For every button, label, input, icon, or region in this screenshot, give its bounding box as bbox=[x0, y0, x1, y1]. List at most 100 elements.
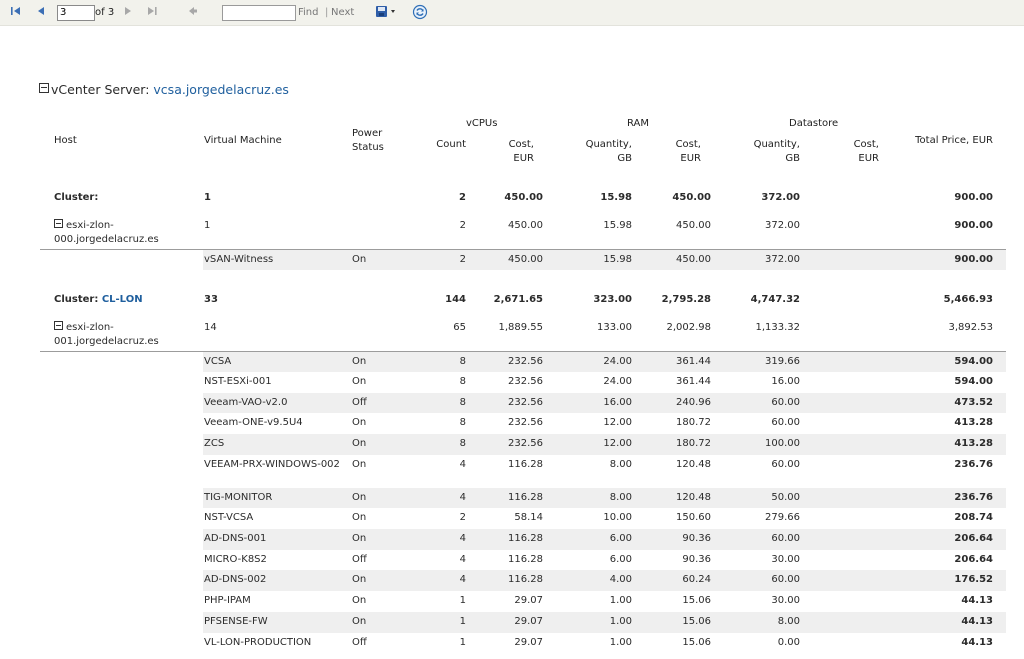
vm-name: Veeam-ONE-v9.5U4 bbox=[204, 417, 303, 428]
vm-ram-qty: 16.00 bbox=[603, 397, 632, 408]
vm-vcpu: 8 bbox=[459, 417, 466, 428]
find-next-link[interactable]: Next bbox=[331, 7, 354, 18]
vm-total: 206.64 bbox=[954, 554, 993, 565]
vm-name: VL-LON-PRODUCTION bbox=[204, 637, 312, 648]
vm-ds-qty: 319.66 bbox=[765, 356, 800, 367]
vcenter-title: vCenter Server: vcsa.jorgedelacruz.es bbox=[39, 82, 289, 97]
vm-vcpu-cost: 29.07 bbox=[514, 616, 543, 627]
collapse-toggle-icon[interactable] bbox=[39, 83, 49, 93]
collapse-toggle-icon[interactable] bbox=[54, 321, 63, 330]
host-vcpu: 65 bbox=[453, 322, 466, 333]
vm-power: On bbox=[352, 254, 367, 265]
vm-vcpu: 8 bbox=[459, 376, 466, 387]
vm-vcpu: 4 bbox=[459, 554, 466, 565]
vm-name: VEEAM-PRX-WINDOWS-002 bbox=[204, 459, 340, 470]
vm-ds-qty: 30.00 bbox=[771, 595, 800, 606]
vm-ram-cost: 120.48 bbox=[676, 459, 711, 470]
cluster-ds-qty: 4,747.32 bbox=[750, 294, 800, 305]
next-page-icon[interactable] bbox=[121, 4, 137, 20]
vm-ds-qty: 0.00 bbox=[777, 637, 800, 648]
vm-total: 413.28 bbox=[954, 438, 993, 449]
host-name-text: esxi-zlon-000.jorgedelacruz.es bbox=[54, 220, 159, 245]
page-number-input[interactable] bbox=[57, 5, 95, 21]
vcenter-link[interactable]: vcsa.jorgedelacruz.es bbox=[153, 82, 289, 97]
previous-page-icon[interactable] bbox=[34, 4, 50, 20]
vm-power: On bbox=[352, 376, 367, 387]
vm-power: On bbox=[352, 533, 367, 544]
vm-total: 236.76 bbox=[954, 459, 993, 470]
vm-ds-qty: 60.00 bbox=[771, 533, 800, 544]
vm-vcpu-cost: 116.28 bbox=[508, 533, 543, 544]
vm-total: 44.13 bbox=[961, 616, 993, 627]
vm-ds-qty: 30.00 bbox=[771, 554, 800, 565]
vm-power: On bbox=[352, 512, 367, 523]
vm-name: PFSENSE-FW bbox=[204, 616, 268, 627]
vm-ram-qty: 1.00 bbox=[609, 616, 632, 627]
col-header-vcpu-count: Count bbox=[436, 139, 466, 150]
cluster-vcpu: 2 bbox=[459, 192, 466, 203]
vm-vcpu: 4 bbox=[459, 459, 466, 470]
col-header-vcpu-cost: Cost, EUR bbox=[508, 139, 534, 164]
vm-vcpu-cost: 232.56 bbox=[508, 356, 543, 367]
vm-vcpu-cost: 116.28 bbox=[508, 574, 543, 585]
cluster-ram-qty: 323.00 bbox=[593, 294, 632, 305]
vm-ram-qty: 24.00 bbox=[603, 356, 632, 367]
first-page-icon[interactable] bbox=[9, 4, 25, 20]
find-separator: | bbox=[325, 7, 329, 18]
collapse-toggle-icon[interactable] bbox=[54, 219, 63, 228]
host-vcpu: 2 bbox=[459, 220, 466, 231]
vm-ram-cost: 361.44 bbox=[676, 376, 711, 387]
vm-vcpu-cost: 232.56 bbox=[508, 417, 543, 428]
host-name: esxi-zlon-001.jorgedelacruz.es bbox=[54, 321, 179, 349]
host-total: 3,892.53 bbox=[948, 322, 993, 333]
vm-power: Off bbox=[352, 554, 367, 565]
vm-ram-cost: 450.00 bbox=[676, 254, 711, 265]
vm-total: 44.13 bbox=[961, 595, 993, 606]
vm-name: MICRO-K8S2 bbox=[204, 554, 267, 565]
col-header-vcpus: vCPUs bbox=[466, 118, 498, 129]
col-header-ram: RAM bbox=[627, 118, 650, 129]
back-to-parent-icon[interactable] bbox=[186, 4, 202, 20]
host-ram-qty: 133.00 bbox=[597, 322, 632, 333]
vm-vcpu: 1 bbox=[459, 595, 466, 606]
vm-name: Veeam-VAO-v2.0 bbox=[204, 397, 288, 408]
host-ram-cost: 450.00 bbox=[676, 220, 711, 231]
vm-ram-qty: 1.00 bbox=[609, 637, 632, 648]
vm-ram-qty: 1.00 bbox=[609, 595, 632, 606]
cluster-label: Cluster: CL-LON bbox=[54, 293, 143, 307]
cluster-vcpu-cost: 450.00 bbox=[504, 192, 543, 203]
last-page-icon[interactable] bbox=[145, 4, 161, 20]
find-link[interactable]: Find bbox=[298, 7, 319, 18]
vm-ram-cost: 15.06 bbox=[682, 637, 711, 648]
vm-vcpu: 8 bbox=[459, 356, 466, 367]
vm-vcpu-cost: 116.28 bbox=[508, 492, 543, 503]
vm-name: vSAN-Witness bbox=[204, 254, 274, 265]
vm-power: Off bbox=[352, 637, 367, 648]
vm-power: On bbox=[352, 438, 367, 449]
refresh-icon[interactable] bbox=[412, 4, 428, 20]
cluster-total: 900.00 bbox=[954, 192, 993, 203]
vm-vcpu-cost: 29.07 bbox=[514, 595, 543, 606]
vm-vcpu-cost: 116.28 bbox=[508, 554, 543, 565]
vm-total: 206.64 bbox=[954, 533, 993, 544]
export-icon[interactable] bbox=[374, 4, 398, 20]
col-header-datastore: Datastore bbox=[789, 118, 839, 129]
cluster-label: Cluster: bbox=[54, 192, 99, 203]
host-name-text: esxi-zlon-001.jorgedelacruz.es bbox=[54, 322, 159, 347]
vm-ram-qty: 12.00 bbox=[603, 438, 632, 449]
col-header-ram-quantity: Quantity, GB bbox=[585, 139, 632, 164]
vm-name: NST-ESXi-001 bbox=[204, 376, 272, 387]
cluster-ds-qty: 372.00 bbox=[761, 192, 800, 203]
find-text-input[interactable] bbox=[222, 5, 296, 21]
vm-vcpu: 8 bbox=[459, 397, 466, 408]
vm-ram-qty: 12.00 bbox=[603, 417, 632, 428]
cluster-link[interactable]: CL-LON bbox=[102, 294, 143, 305]
report-toolbar: of 3 Find | Next bbox=[0, 0, 1024, 26]
col-header-total: Total Price, EUR bbox=[915, 135, 993, 146]
col-header-ds-cost: Cost, EUR bbox=[853, 139, 879, 164]
vm-vcpu-cost: 450.00 bbox=[508, 254, 543, 265]
vm-ds-qty: 372.00 bbox=[765, 254, 800, 265]
vm-total: 236.76 bbox=[954, 492, 993, 503]
vm-power: On bbox=[352, 492, 367, 503]
vm-ram-qty: 6.00 bbox=[609, 533, 632, 544]
